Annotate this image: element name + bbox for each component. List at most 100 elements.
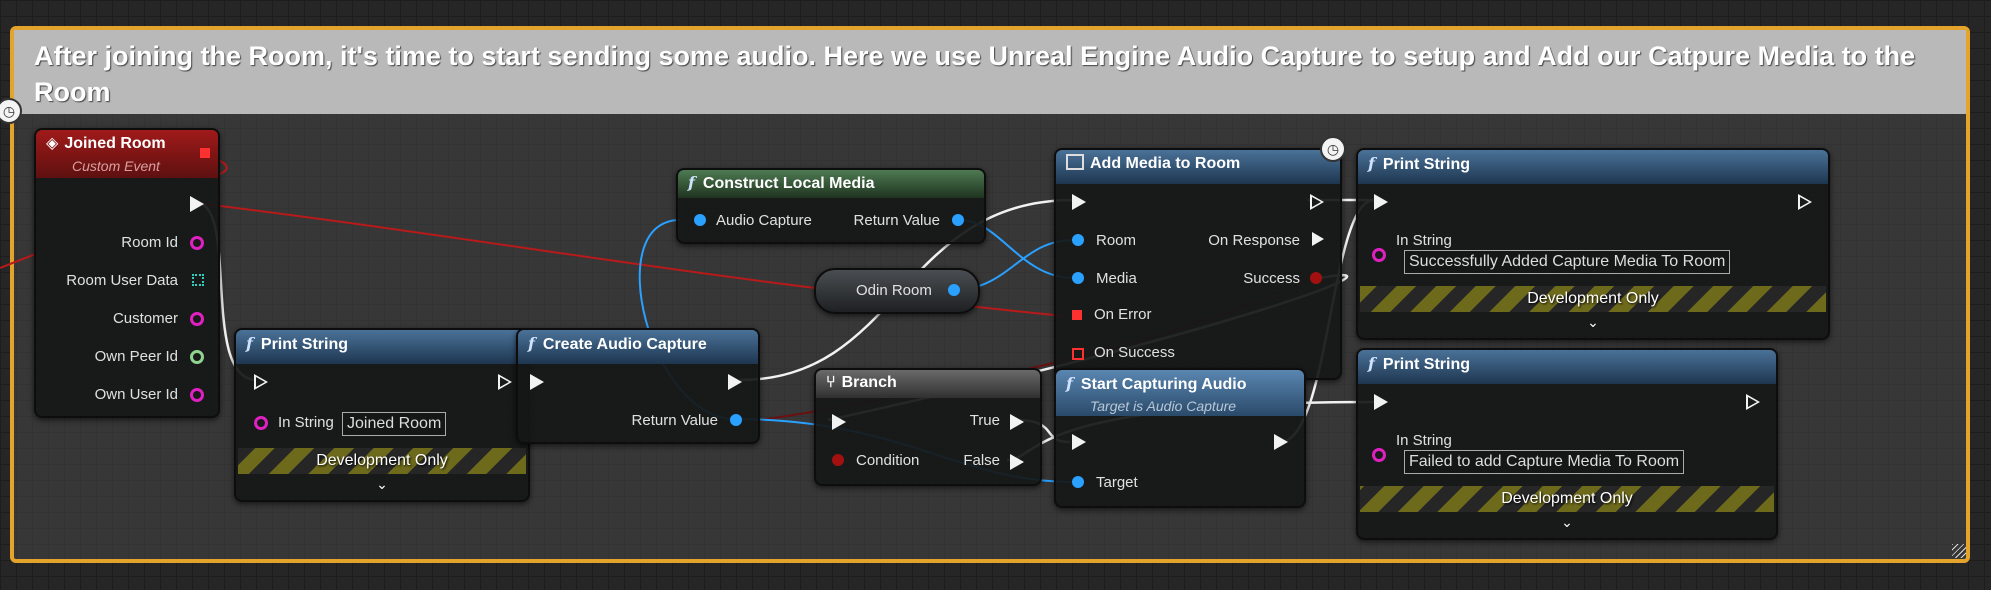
return-value-pin[interactable] — [952, 214, 964, 226]
add-media-header[interactable]: Add Media to Room — [1056, 150, 1340, 184]
joined-room-title: Joined Room — [64, 135, 166, 152]
start-capturing-title: Start Capturing Audio — [1080, 376, 1247, 393]
joined-room-node[interactable]: ◈ Joined Room Custom Event Room Id Room U… — [34, 128, 220, 418]
dev-only-label: Development Only — [316, 452, 448, 469]
event-diamond-icon: ◈ — [46, 135, 59, 152]
construct-local-media-title: Construct Local Media — [702, 175, 875, 192]
in-string-field[interactable]: Successfully Added Capture Media To Room — [1404, 250, 1731, 274]
exec-out-pin[interactable] — [728, 374, 742, 390]
create-audio-capture-header[interactable]: f Create Audio Capture — [518, 330, 758, 364]
in-string-label: In String — [278, 414, 334, 431]
true-exec-pin[interactable] — [1010, 414, 1024, 430]
chevron-down-icon[interactable]: ⌄ — [236, 476, 528, 493]
exec-in-pin[interactable] — [832, 414, 846, 430]
exec-in-pin[interactable] — [1374, 394, 1388, 410]
start-capturing-audio-node[interactable]: f Start Capturing Audio Target is Audio C… — [1054, 368, 1306, 508]
joined-room-subtitle: Custom Event — [72, 158, 160, 174]
audio-capture-label: Audio Capture — [716, 212, 812, 229]
condition-label: Condition — [856, 452, 920, 469]
latent-clock-icon: ◷ — [1320, 136, 1346, 162]
start-capturing-subtitle: Target is Audio Capture — [1090, 398, 1237, 414]
pin-own-peer-id[interactable] — [190, 350, 204, 364]
pin-room-id-label: Room Id — [121, 234, 178, 251]
exec-out-pin[interactable] — [1798, 194, 1812, 210]
window-icon — [1066, 154, 1084, 170]
room-label: Room — [1096, 232, 1137, 249]
exec-out-pin[interactable] — [1274, 434, 1288, 450]
construct-local-media-node[interactable]: f Construct Local Media Audio Capture Ret… — [676, 168, 986, 244]
print-string-1-title: Print String — [260, 336, 348, 353]
function-icon: f — [1368, 354, 1375, 373]
target-pin[interactable] — [1072, 476, 1084, 488]
exec-in-pin[interactable] — [1072, 194, 1086, 210]
target-label: Target — [1096, 474, 1138, 491]
on-success-pin[interactable] — [1072, 348, 1084, 360]
in-string-field[interactable]: Failed to add Capture Media To Room — [1404, 450, 1685, 474]
print-string-failed-node[interactable]: f Print String In String Failed to add Ca… — [1356, 348, 1778, 540]
function-icon: f — [528, 334, 535, 353]
print-string-1-header[interactable]: f Print String — [236, 330, 528, 364]
pin-own-peer-id-label: Own Peer Id — [94, 348, 178, 365]
false-exec-pin[interactable] — [1010, 454, 1024, 470]
in-string-pin[interactable] — [254, 416, 268, 430]
on-error-pin[interactable] — [1072, 310, 1082, 320]
function-icon: f — [1368, 154, 1375, 173]
exec-in-pin[interactable] — [1374, 194, 1388, 210]
dev-only-label: Development Only — [1527, 290, 1659, 307]
resize-grip-icon[interactable] — [1952, 544, 1966, 558]
condition-pin[interactable] — [832, 454, 844, 466]
print-string-3-header[interactable]: f Print String — [1358, 350, 1776, 384]
pin-own-user-id[interactable] — [190, 388, 204, 402]
exec-in-pin[interactable] — [530, 374, 544, 390]
chevron-down-icon[interactable]: ⌄ — [1358, 314, 1828, 331]
on-response-pin[interactable] — [1312, 232, 1324, 246]
in-string-label: In String — [1396, 432, 1452, 449]
room-pin[interactable] — [1072, 234, 1084, 246]
in-string-field[interactable]: Joined Room — [342, 412, 447, 436]
on-error-label: On Error — [1094, 306, 1152, 323]
pin-customer-label: Customer — [112, 310, 178, 327]
print-string-joined-node[interactable]: f Print String In String Joined Room Deve… — [234, 328, 530, 502]
pin-own-user-id-label: Own User Id — [94, 386, 178, 403]
pin-room-id[interactable] — [190, 236, 204, 250]
exec-in-pin[interactable] — [1072, 434, 1086, 450]
create-audio-capture-title: Create Audio Capture — [542, 336, 707, 353]
pin-room-user-data-label: Room User Data — [66, 272, 178, 289]
return-value-label: Return Value — [853, 212, 940, 229]
media-pin[interactable] — [1072, 272, 1084, 284]
print-string-success-node[interactable]: f Print String In String Successfully Add… — [1356, 148, 1830, 340]
return-value-pin[interactable] — [730, 414, 742, 426]
audio-capture-pin[interactable] — [694, 214, 706, 226]
exec-out-pin[interactable] — [1746, 394, 1760, 410]
exec-out-pin[interactable] — [1310, 194, 1324, 210]
wire-red-2 — [0, 253, 37, 269]
odin-room-variable-node[interactable]: Odin Room — [814, 268, 980, 314]
exec-in-pin[interactable] — [254, 374, 268, 390]
pin-customer[interactable] — [190, 312, 204, 326]
success-pin[interactable] — [1310, 272, 1322, 284]
add-media-to-room-node[interactable]: Add Media to Room Room On Response Media… — [1054, 148, 1342, 380]
exec-out-pin[interactable] — [190, 196, 204, 212]
construct-local-media-header[interactable]: f Construct Local Media — [678, 170, 984, 198]
branch-header[interactable]: ⑂ Branch — [816, 370, 1040, 398]
add-media-title: Add Media to Room — [1090, 155, 1241, 172]
dev-only-label: Development Only — [1501, 490, 1633, 507]
in-string-pin[interactable] — [1372, 248, 1386, 262]
branch-node[interactable]: ⑂ Branch True Condition False — [814, 368, 1042, 486]
pin-room-user-data[interactable] — [192, 274, 204, 286]
print-string-2-header[interactable]: f Print String — [1358, 150, 1828, 184]
on-success-label: On Success — [1094, 344, 1175, 361]
odin-room-label: Odin Room — [856, 282, 932, 299]
function-icon: f — [1066, 374, 1073, 393]
true-label: True — [969, 412, 1000, 429]
media-label: Media — [1096, 270, 1137, 287]
branch-title: Branch — [841, 374, 897, 391]
exec-out-pin[interactable] — [498, 374, 512, 390]
create-audio-capture-node[interactable]: f Create Audio Capture Return Value — [516, 328, 760, 444]
delegate-pin-icon[interactable] — [200, 148, 210, 158]
success-label: Success — [1243, 270, 1300, 287]
odin-room-pin[interactable] — [948, 284, 960, 296]
in-string-pin[interactable] — [1372, 448, 1386, 462]
chevron-down-icon[interactable]: ⌄ — [1358, 514, 1776, 531]
return-value-label: Return Value — [631, 412, 718, 429]
